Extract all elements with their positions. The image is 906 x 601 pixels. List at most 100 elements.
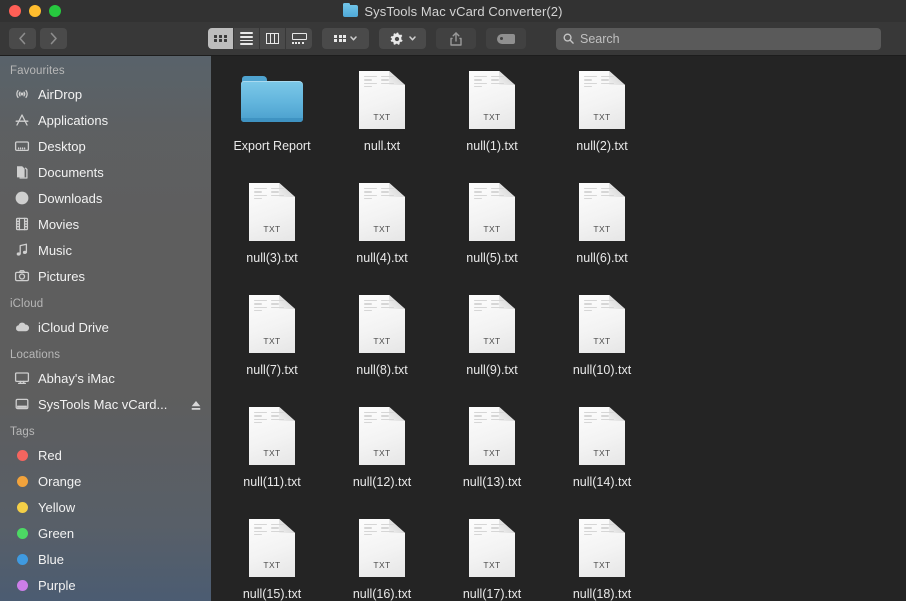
folder-item[interactable]: Export Report bbox=[217, 64, 327, 176]
sidebar-tag-green[interactable]: Green bbox=[0, 520, 211, 546]
search-placeholder: Search bbox=[580, 31, 620, 46]
sidebar-item-pictures[interactable]: Pictures bbox=[0, 263, 211, 289]
sidebar-item-label: iCloud Drive bbox=[38, 319, 109, 335]
file-item[interactable]: TXT null(5).txt bbox=[437, 176, 547, 288]
search-icon bbox=[563, 33, 574, 44]
file-extension-label: TXT bbox=[593, 336, 611, 346]
sidebar-item-label: Music bbox=[38, 242, 72, 258]
file-item[interactable]: TXT null(4).txt bbox=[327, 176, 437, 288]
group-icon bbox=[334, 34, 346, 43]
file-extension-label: TXT bbox=[373, 112, 391, 122]
file-name-label: null(11).txt bbox=[243, 475, 301, 489]
sidebar-item-documents[interactable]: Documents bbox=[0, 159, 211, 185]
sidebar-item-downloads[interactable]: Downloads bbox=[0, 185, 211, 211]
file-item[interactable]: TXT null(2).txt bbox=[547, 64, 657, 176]
icon-view-button[interactable] bbox=[208, 28, 234, 49]
sidebar-tag-blue[interactable]: Blue bbox=[0, 546, 211, 572]
file-extension-label: TXT bbox=[263, 448, 281, 458]
gallery-view-button[interactable] bbox=[286, 28, 312, 49]
sidebar-item-movies[interactable]: Movies bbox=[0, 211, 211, 237]
sidebar-item-label: Desktop bbox=[38, 138, 86, 154]
file-grid: Export Report TXT null.txt TXT null(1).txt TX… bbox=[211, 56, 906, 601]
file-item[interactable]: TXT null(18).txt bbox=[547, 512, 657, 601]
action-menu-button[interactable] bbox=[379, 28, 426, 49]
file-item[interactable]: TXT null(9).txt bbox=[437, 288, 547, 400]
file-extension-label: TXT bbox=[373, 224, 391, 234]
file-extension-label: TXT bbox=[483, 336, 501, 346]
sidebar-item-music[interactable]: Music bbox=[0, 237, 211, 263]
columns-icon bbox=[265, 33, 280, 44]
txt-file-icon: TXT bbox=[460, 292, 524, 356]
sidebar-tag-orange[interactable]: Orange bbox=[0, 468, 211, 494]
file-extension-label: TXT bbox=[263, 336, 281, 346]
sidebar-item-label: Pictures bbox=[38, 268, 85, 284]
sidebar-item-label: Blue bbox=[38, 551, 65, 567]
tag-dot-icon bbox=[14, 473, 30, 489]
file-item[interactable]: TXT null(6).txt bbox=[547, 176, 657, 288]
txt-file-icon: TXT bbox=[460, 180, 524, 244]
tag-dot-icon bbox=[14, 577, 30, 593]
sidebar-item-label: Yellow bbox=[38, 499, 76, 515]
file-extension-label: TXT bbox=[373, 560, 391, 570]
file-item[interactable]: TXT null(12).txt bbox=[327, 400, 437, 512]
sidebar-item-imac[interactable]: Abhay's iMac bbox=[0, 365, 211, 391]
gallery-icon bbox=[291, 33, 307, 44]
minimize-button[interactable] bbox=[29, 5, 41, 17]
imac-icon bbox=[14, 370, 30, 386]
search-field[interactable]: Search bbox=[556, 27, 881, 50]
file-name-label: null(10).txt bbox=[572, 363, 632, 377]
file-item[interactable]: TXT null(7).txt bbox=[217, 288, 327, 400]
txt-file-icon: TXT bbox=[240, 180, 304, 244]
file-item[interactable]: TXT null(8).txt bbox=[327, 288, 437, 400]
column-view-button[interactable] bbox=[260, 28, 286, 49]
title-bar: SysTools Mac vCard Converter(2) bbox=[0, 0, 906, 22]
group-by-button[interactable] bbox=[322, 28, 369, 49]
folder-icon bbox=[240, 68, 304, 132]
desktop-icon bbox=[14, 138, 30, 154]
pictures-icon bbox=[14, 268, 30, 284]
eject-icon[interactable] bbox=[191, 399, 201, 410]
sidebar-header-tags: Tags bbox=[10, 426, 35, 438]
file-item[interactable]: TXT null(10).txt bbox=[547, 288, 657, 400]
file-item[interactable]: TXT null(16).txt bbox=[327, 512, 437, 601]
txt-file-icon: TXT bbox=[350, 404, 414, 468]
sidebar-item-systools-disk[interactable]: SysTools Mac vCard... bbox=[0, 391, 211, 417]
share-button[interactable] bbox=[436, 28, 476, 49]
sidebar-item-applications[interactable]: Applications bbox=[0, 107, 211, 133]
file-item[interactable]: TXT null(13).txt bbox=[437, 400, 547, 512]
chevron-left-icon bbox=[19, 32, 26, 45]
file-item[interactable]: TXT null(14).txt bbox=[547, 400, 657, 512]
file-item[interactable]: TXT null.txt bbox=[327, 64, 437, 176]
txt-file-icon: TXT bbox=[350, 516, 414, 580]
file-item[interactable]: TXT null(11).txt bbox=[217, 400, 327, 512]
txt-file-icon: TXT bbox=[460, 516, 524, 580]
list-view-button[interactable] bbox=[234, 28, 260, 49]
forward-button[interactable] bbox=[40, 28, 67, 49]
grid-icon bbox=[214, 34, 227, 43]
file-browser-content[interactable]: Export Report TXT null.txt TXT null(1).txt TX… bbox=[211, 56, 906, 601]
back-button[interactable] bbox=[9, 28, 36, 49]
file-name-label: null(18).txt bbox=[572, 587, 632, 601]
file-item[interactable]: TXT null(15).txt bbox=[217, 512, 327, 601]
file-name-label: null(17).txt bbox=[462, 587, 522, 601]
sidebar-tag-purple[interactable]: Purple bbox=[0, 572, 211, 598]
file-item[interactable]: TXT null(17).txt bbox=[437, 512, 547, 601]
file-item[interactable]: TXT null(3).txt bbox=[217, 176, 327, 288]
sidebar-item-label: SysTools Mac vCard... bbox=[38, 396, 168, 412]
sidebar-tag-red[interactable]: Red bbox=[0, 442, 211, 468]
close-button[interactable] bbox=[9, 5, 21, 17]
movies-icon bbox=[14, 216, 30, 232]
txt-file-icon: TXT bbox=[570, 404, 634, 468]
txt-file-icon: TXT bbox=[570, 68, 634, 132]
tags-button[interactable] bbox=[486, 28, 526, 49]
sidebar-item-airdrop[interactable]: AirDrop bbox=[0, 81, 211, 107]
sidebar-item-desktop[interactable]: Desktop bbox=[0, 133, 211, 159]
sidebar-tag-yellow[interactable]: Yellow bbox=[0, 494, 211, 520]
sidebar-item-label: Green bbox=[38, 525, 75, 541]
file-item[interactable]: TXT null(1).txt bbox=[437, 64, 547, 176]
sidebar-item-label: Applications bbox=[38, 112, 109, 128]
txt-file-icon: TXT bbox=[460, 404, 524, 468]
sidebar-item-icloud-drive[interactable]: iCloud Drive bbox=[0, 314, 211, 340]
file-extension-label: TXT bbox=[373, 448, 391, 458]
maximize-button[interactable] bbox=[49, 5, 61, 17]
